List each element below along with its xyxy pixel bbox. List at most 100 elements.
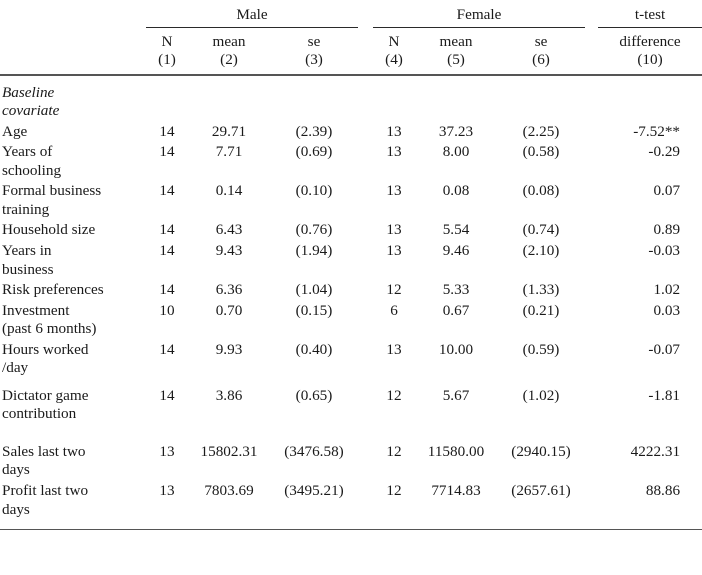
balance-table: Male Female t-test N (1) mean (2) se (3)… — [0, 0, 702, 531]
section-blank — [497, 83, 585, 122]
row-label-line2: (past 6 months) — [2, 320, 97, 338]
cell-female-n: 13 — [386, 182, 402, 200]
column-gap — [585, 220, 598, 241]
row-label-line1: Hours worked — [2, 340, 89, 358]
cell-male-n: 14 — [159, 386, 175, 404]
cell-male-mean: 15802.31 — [200, 442, 258, 460]
cell-female-n: 13 — [386, 143, 402, 161]
row-label-line2: business — [2, 260, 54, 278]
cell-female-mean: 9.46 — [442, 242, 470, 260]
column-gap — [585, 442, 598, 481]
cell-male-mean: 7.71 — [215, 143, 243, 161]
subheader-ttest-difference: difference (10) — [598, 29, 702, 69]
cell-male-mean: 29.71 — [211, 122, 247, 140]
column-gap — [585, 181, 598, 220]
column-gap — [585, 241, 598, 280]
subheader-male-se-label: se — [307, 33, 321, 51]
cell-female-se: (0.21) — [522, 301, 560, 319]
column-gap — [585, 386, 598, 425]
cell-male-n: 13 — [159, 442, 175, 460]
cell-male-n: 14 — [159, 340, 175, 358]
cell-female-se: (2.25) — [522, 122, 560, 140]
column-gap — [358, 301, 373, 340]
row-label-line2: training — [2, 200, 50, 218]
cell-female-se: (1.02) — [522, 386, 560, 404]
column-gap — [358, 220, 373, 241]
cell-female-mean: 5.67 — [442, 386, 470, 404]
row-label-line1: Years of — [2, 143, 53, 161]
column-gap — [358, 386, 373, 425]
column-gap — [358, 122, 373, 143]
cell-female-n: 12 — [386, 281, 402, 299]
cell-female-n: 12 — [386, 442, 402, 460]
row-label-line1: Risk preferences — [2, 281, 104, 299]
table-bottom-spacer — [0, 520, 702, 529]
cell-male-se: (1.94) — [295, 242, 333, 260]
cell-male-mean: 7803.69 — [204, 482, 254, 500]
cell-ttest-difference: -1.81 — [648, 386, 681, 404]
subheader-male-se: se (3) — [270, 29, 358, 69]
column-gap — [358, 142, 373, 181]
cell-female-mean: 0.67 — [442, 301, 470, 319]
row-label: Household size — [0, 220, 146, 241]
column-gap — [358, 181, 373, 220]
body-top-spacer — [0, 76, 702, 83]
subheader-female-se: se (6) — [497, 29, 585, 69]
cell-ttest-difference: 0.03 — [653, 301, 681, 319]
cell-female-mean: 0.08 — [442, 182, 470, 200]
row-gap-spacer — [0, 379, 702, 386]
cell-female-se: (2.10) — [522, 242, 560, 260]
column-gap — [358, 29, 373, 69]
bottom-rule — [0, 529, 702, 531]
subheader-male-mean-number: (2) — [220, 51, 238, 69]
row-label-line1: Formal business — [2, 182, 102, 200]
row-label: Investment (past 6 months) — [0, 301, 146, 340]
group-header-male: Male — [236, 6, 268, 23]
cell-female-mean: 5.54 — [442, 221, 470, 239]
subheader-female-n-label: N — [388, 33, 400, 51]
cell-male-mean: 9.93 — [215, 340, 243, 358]
statistical-table-container: Male Female t-test N (1) mean (2) se (3)… — [0, 0, 702, 575]
table-row: Sales last two days 13 15802.31 (3476.58… — [0, 442, 702, 481]
cell-female-n: 13 — [386, 340, 402, 358]
cell-female-n: 12 — [386, 386, 402, 404]
cell-female-se: (2657.61) — [511, 482, 571, 500]
subheader-male-se-number: (3) — [305, 51, 323, 69]
cell-ttest-difference: 4222.31 — [630, 442, 681, 460]
subheader-ttest-number: (10) — [637, 51, 663, 69]
subheader-male-n: N (1) — [146, 29, 188, 69]
row-label: Years in business — [0, 241, 146, 280]
subheader-female-n-number: (4) — [385, 51, 403, 69]
subheader-male-n-number: (1) — [158, 51, 176, 69]
subheader-male-n-label: N — [161, 33, 173, 51]
table-row: Formal business training 14 0.14 (0.10) … — [0, 181, 702, 220]
column-gap — [358, 0, 373, 26]
cell-female-se: (0.58) — [522, 143, 560, 161]
cell-male-se: (0.76) — [295, 221, 333, 239]
table-row: Risk preferences 14 6.36 (1.04) 12 5.33 … — [0, 280, 702, 301]
section-label-line1: Baseline — [2, 83, 55, 101]
row-label-line1: Sales last two — [2, 442, 86, 460]
cell-male-n: 14 — [159, 281, 175, 299]
row-label-line1: Age — [2, 122, 28, 140]
subheader-male-mean: mean (2) — [188, 29, 270, 69]
cell-male-n: 10 — [159, 301, 175, 319]
column-gap — [358, 442, 373, 481]
cell-male-se: (3476.58) — [284, 442, 344, 460]
column-gap — [358, 241, 373, 280]
cell-female-mean: 8.00 — [442, 143, 470, 161]
subheader-row: N (1) mean (2) se (3) N (4) mean (5) se … — [0, 29, 702, 69]
cell-male-se: (1.04) — [295, 281, 333, 299]
subheader-blank — [0, 29, 146, 69]
column-gap — [358, 83, 373, 122]
row-label: Risk preferences — [0, 280, 146, 301]
column-gap — [358, 481, 373, 520]
cell-female-mean: 5.33 — [442, 281, 470, 299]
column-gap — [585, 83, 598, 122]
subheader-female-se-number: (6) — [532, 51, 550, 69]
row-label: Age — [0, 122, 146, 143]
column-gap — [585, 0, 598, 26]
cell-female-n: 13 — [386, 221, 402, 239]
row-label-line2: days — [2, 461, 30, 479]
cell-female-se: (0.74) — [522, 221, 560, 239]
